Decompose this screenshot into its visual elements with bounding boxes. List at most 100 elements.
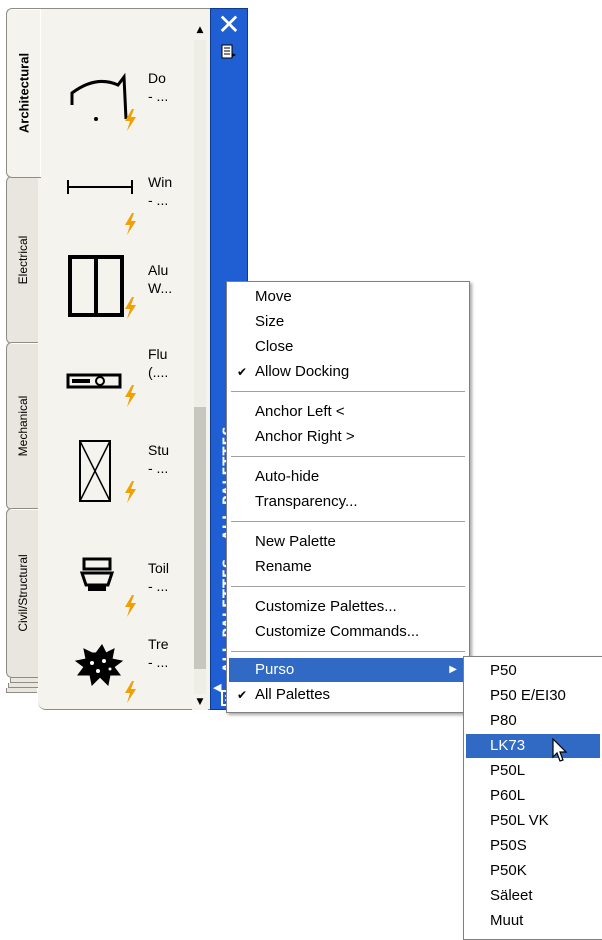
tool-item-aluminum-window[interactable]: Alu W... <box>38 245 208 335</box>
menu-item-label: Rename <box>255 558 312 575</box>
tab-civil-structural[interactable]: Civil/Structural <box>6 508 39 678</box>
submenu-item[interactable]: P50K <box>466 859 600 883</box>
tab-mechanical[interactable]: Mechanical <box>6 342 39 510</box>
tool-item-window[interactable]: Win - ... <box>38 161 208 251</box>
tool-label-line1: Win <box>148 174 173 190</box>
checkmark-icon: ✔ <box>237 365 248 379</box>
checkmark-icon: ✔ <box>237 688 248 702</box>
mouse-cursor-icon <box>552 738 568 762</box>
menu-item-purso[interactable]: Purso ▶ <box>229 658 467 682</box>
menu-item-allow-docking[interactable]: ✔ Allow Docking <box>229 360 467 384</box>
submenu-item-label: P50L VK <box>490 812 549 829</box>
properties-icon[interactable] <box>220 43 238 61</box>
tool-label-line2: - ... <box>148 88 169 104</box>
menu-item-rename[interactable]: Rename <box>229 555 467 579</box>
tool-item-door[interactable]: Do - ... <box>38 57 208 147</box>
tool-label-line1: Flu <box>148 346 168 362</box>
menu-item-auto-hide[interactable]: Auto-hide <box>229 465 467 489</box>
menu-item-new-palette[interactable]: New Palette <box>229 530 467 554</box>
submenu-item[interactable]: P50 E/EI30 <box>466 684 600 708</box>
submenu-item-label: P50L <box>490 762 526 779</box>
submenu-item-label: P50 <box>490 662 517 679</box>
scroll-down-button[interactable]: ▼ <box>192 694 208 710</box>
menu-item-label: Transparency... <box>255 493 358 510</box>
scroll-thumb[interactable] <box>194 407 206 669</box>
menu-item-label: Auto-hide <box>255 468 320 485</box>
menu-item-label: All Palettes <box>255 686 331 703</box>
menu-item-label: Customize Palettes... <box>255 598 397 615</box>
lightning-icon <box>125 595 136 617</box>
tool-item-stud[interactable]: Stu - ... <box>38 429 208 519</box>
tab-label: Civil/Structural <box>16 554 30 632</box>
menu-item-label: New Palette <box>255 533 336 550</box>
vertical-scrollbar[interactable]: ▲ ▼ <box>192 22 208 710</box>
submenu-item-label: P50K <box>490 862 527 879</box>
menu-item-transparency[interactable]: Transparency... <box>229 490 467 514</box>
tool-label-line1: Stu <box>148 442 170 458</box>
menu-item-label: Size <box>255 313 285 330</box>
tab-architectural[interactable]: Architectural <box>6 8 41 178</box>
tab-stack-edge <box>6 688 37 693</box>
menu-item-label: Purso <box>255 661 295 678</box>
menu-item-all-palettes[interactable]: ✔ All Palettes <box>229 683 467 707</box>
lightning-icon <box>125 481 136 503</box>
menu-item-label: Move <box>255 288 292 305</box>
submenu-item-highlighted[interactable]: LK73 <box>466 734 600 758</box>
submenu-item-label: P50 E/EI30 <box>490 687 566 704</box>
menu-separator <box>231 521 465 523</box>
lightning-icon <box>125 385 136 407</box>
tab-label: Mechanical <box>16 395 30 457</box>
menu-separator <box>231 456 465 458</box>
submenu-item[interactable]: P50L VK <box>466 809 600 833</box>
tab-electrical[interactable]: Electrical <box>6 176 39 344</box>
submenu-item-label: P50S <box>490 837 527 854</box>
submenu-item[interactable]: P50 <box>466 659 600 683</box>
lightning-icon <box>125 213 136 235</box>
tool-item-toilet[interactable]: Toil - ... <box>38 543 208 633</box>
submenu-item-label: Säleet <box>490 887 533 904</box>
context-menu: Move Size Close ✔ Allow Docking Anchor L… <box>226 281 470 713</box>
submenu-item[interactable]: P50S <box>466 834 600 858</box>
submenu-item-label: Muut <box>490 912 524 929</box>
tool-item-fluorescent[interactable]: Flu (.... <box>38 333 208 423</box>
tool-label-line2: (.... <box>148 364 169 380</box>
menu-item-size[interactable]: Size <box>229 310 467 334</box>
menu-separator <box>231 651 465 653</box>
menu-item-customize-palettes[interactable]: Customize Palettes... <box>229 595 467 619</box>
tab-label: Architectural <box>16 52 32 134</box>
menu-separator <box>231 586 465 588</box>
tool-label-line2: - ... <box>148 192 169 208</box>
menu-item-label: Customize Commands... <box>255 623 420 640</box>
lightning-icon <box>125 109 136 131</box>
menu-item-close[interactable]: Close <box>229 335 467 359</box>
submenu-item[interactable]: P60L <box>466 784 600 808</box>
submenu-item[interactable]: P50L <box>466 759 600 783</box>
tool-label-line2: W... <box>148 280 173 296</box>
tool-label-line1: Do <box>148 70 166 86</box>
menu-item-customize-commands[interactable]: Customize Commands... <box>229 620 467 644</box>
tool-label-line1: Alu <box>148 262 169 278</box>
submenu-item-label: P80 <box>490 712 517 729</box>
submenu-item[interactable]: Säleet <box>466 884 600 908</box>
tool-label-line2: - ... <box>148 578 169 594</box>
submenu-item-label: LK73 <box>490 737 526 754</box>
scroll-up-button[interactable]: ▲ <box>192 22 208 38</box>
submenu-item-label: P60L <box>490 787 526 804</box>
menu-item-anchor-right[interactable]: Anchor Right > <box>229 425 467 449</box>
tool-label-line1: Toil <box>148 560 170 576</box>
tool-palette: Do - ... Win - ... Alu W... Flu (.... St… <box>38 8 211 710</box>
submenu-purso: P50 P50 E/EI30 P80 LK73 P50L P60L P50L V… <box>463 656 602 940</box>
submenu-item[interactable]: P80 <box>466 709 600 733</box>
tool-item-tree[interactable]: Tre - ... <box>38 625 208 715</box>
tool-label-line1: Tre <box>148 636 169 652</box>
lightning-icon <box>125 681 136 703</box>
tool-label-line2: - ... <box>148 460 169 476</box>
menu-item-label: Anchor Left < <box>255 403 345 420</box>
menu-separator <box>231 391 465 393</box>
palette-tabs: Architectural Electrical Mechanical Civi… <box>6 8 41 693</box>
menu-item-anchor-left[interactable]: Anchor Left < <box>229 400 467 424</box>
submenu-item[interactable]: Muut <box>466 909 600 933</box>
close-icon[interactable]: ✕ <box>217 11 241 39</box>
menu-item-label: Anchor Right > <box>255 428 355 445</box>
menu-item-move[interactable]: Move <box>229 285 467 309</box>
